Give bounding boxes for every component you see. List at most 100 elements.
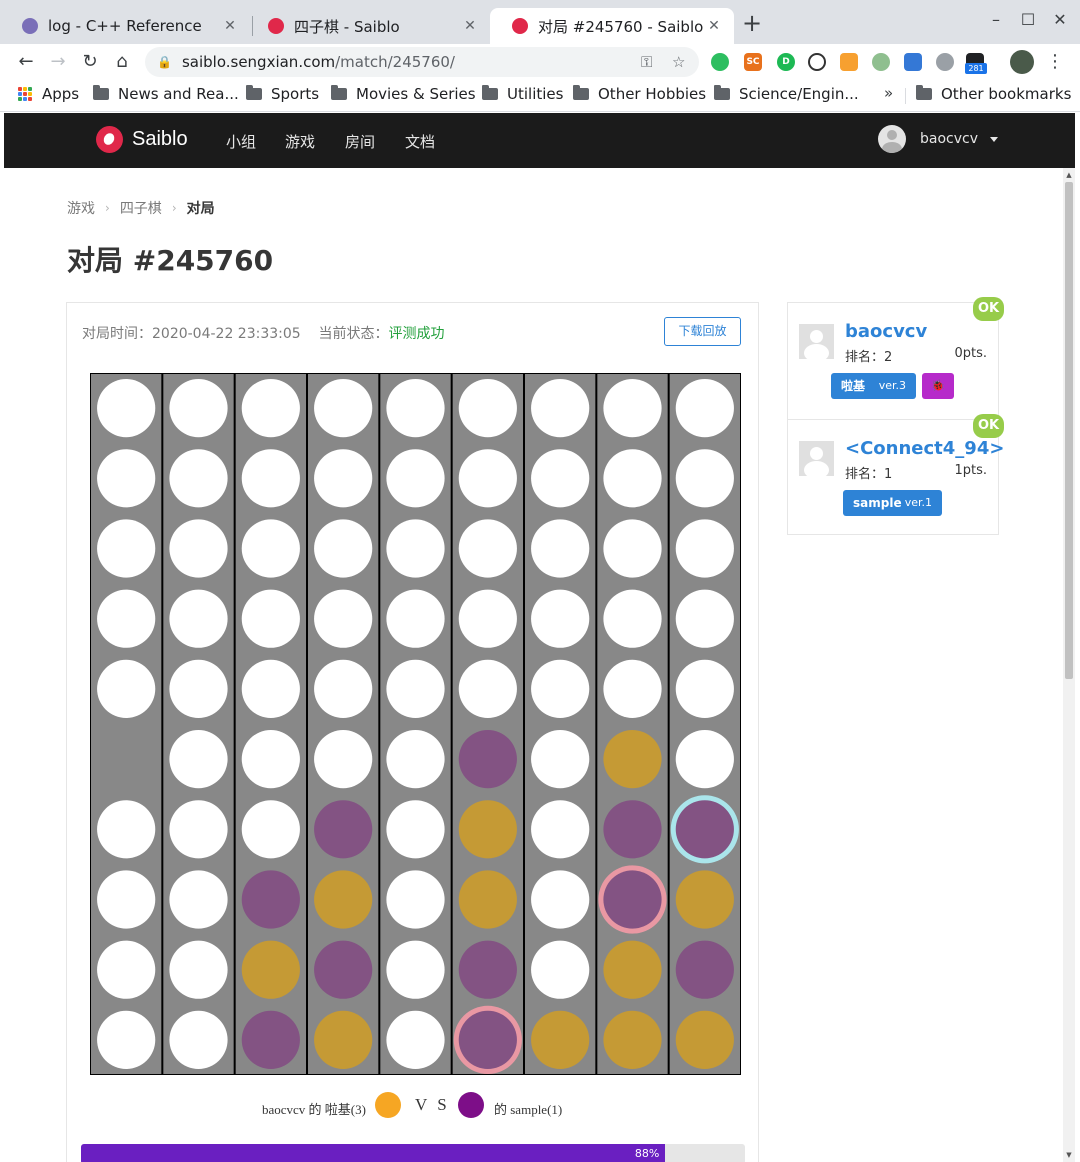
board-cell-empty <box>169 1010 228 1069</box>
bookmark-folder-movies[interactable]: Movies & Series <box>331 85 476 103</box>
tab-saiblo-connect4[interactable]: 四子棋 - Saiblo ✕ <box>246 8 490 44</box>
close-window-button[interactable]: ✕ <box>1045 10 1075 29</box>
board-piece-gold <box>603 940 662 999</box>
player1-label: baocvcv 的 啦基(3) <box>262 1102 366 1117</box>
sc-extension-icon[interactable]: SC <box>744 53 762 71</box>
download-replay-button[interactable]: 下载回放 <box>664 317 741 346</box>
id-extension-icon[interactable]: D <box>777 53 795 71</box>
site-brand[interactable]: Saiblo <box>96 126 188 153</box>
board-cell-empty <box>458 519 517 578</box>
evernote-extension-icon[interactable] <box>711 53 729 71</box>
scroll-up-arrow-icon[interactable]: ▲ <box>1063 168 1075 182</box>
circle-extension-icon[interactable] <box>872 53 890 71</box>
match-meta: 对局时间：2020-04-22 23:33:05 当前状态：评测成功 <box>82 323 445 343</box>
board-cell-empty <box>241 589 300 648</box>
rss-extension-icon[interactable] <box>840 53 858 71</box>
ai-version-tag[interactable]: sample ver.1 <box>843 490 942 516</box>
nav-link-games[interactable]: 游戏 <box>285 131 315 152</box>
tab-close-icon[interactable]: ✕ <box>460 18 480 34</box>
bookmark-folder-science[interactable]: Science/Engin... <box>714 85 859 103</box>
bookmark-label: Other bookmarks <box>941 85 1072 103</box>
board-piece-purple <box>241 870 300 929</box>
player-avatar <box>799 324 834 359</box>
tab-saiblo-match[interactable]: 对局 #245760 - Saiblo ✕ <box>490 8 734 44</box>
nav-link-groups[interactable]: 小组 <box>226 131 256 152</box>
browser-menu-icon[interactable]: ⋮ <box>1046 50 1064 74</box>
player-rank: 排名：1 <box>845 463 892 482</box>
board-cell-empty <box>314 730 373 789</box>
bookmark-folder-news[interactable]: News and Rea... <box>93 85 239 103</box>
profile-avatar[interactable] <box>1010 50 1034 74</box>
board-cell-empty <box>603 379 662 438</box>
board-cell-empty <box>675 519 734 578</box>
board-cell-empty <box>386 659 445 718</box>
breadcrumb-connect4[interactable]: 四子棋 <box>120 198 162 218</box>
player-name[interactable]: baocvcv <box>845 321 927 342</box>
page-scrollbar[interactable]: ▲ ▼ <box>1063 168 1075 1162</box>
bug-icon[interactable]: 🐞 <box>922 373 954 399</box>
board-cell-empty <box>169 589 228 648</box>
saiblo-logo-icon <box>96 126 123 153</box>
rank-value: 1 <box>884 467 893 482</box>
board-cell-empty <box>675 730 734 789</box>
bookmarks-overflow-button[interactable]: » <box>884 84 893 102</box>
nav-link-rooms[interactable]: 房间 <box>345 131 375 152</box>
bookmark-apps[interactable]: Apps <box>18 85 79 103</box>
url-host: saiblo.sengxian.com <box>181 53 336 71</box>
user-menu[interactable]: baocvcv <box>878 125 998 153</box>
bookmark-folder-hobbies[interactable]: Other Hobbies <box>573 85 706 103</box>
match-status-label: 当前状态： <box>318 326 389 342</box>
reload-button[interactable]: ↻ <box>78 50 102 74</box>
match-time: 2020-04-22 23:33:05 <box>152 326 301 342</box>
board-cell-empty <box>531 800 590 859</box>
panda-extension-icon[interactable] <box>808 53 826 71</box>
new-tab-button[interactable]: + <box>740 11 764 36</box>
player-name[interactable]: <Connect4_94> <box>845 438 1004 459</box>
tab-close-icon[interactable]: ✕ <box>220 18 240 34</box>
breadcrumb: 游戏 › 四子棋 › 对局 <box>67 198 215 218</box>
board-piece-gold <box>603 1010 662 1069</box>
lock-icon: 🔒 <box>157 55 172 69</box>
board-cell-empty <box>314 659 373 718</box>
folder-icon <box>916 85 932 100</box>
board-cell-empty <box>531 730 590 789</box>
connect4-board <box>90 373 741 1075</box>
board-piece-gold <box>314 870 373 929</box>
bookmark-star-icon[interactable]: ☆ <box>672 53 685 71</box>
password-key-icon[interactable]: ⚿ <box>641 53 652 71</box>
board-piece-purple <box>675 800 734 859</box>
replay-progress[interactable]: 88% <box>81 1144 745 1162</box>
tab-title: 对局 #245760 - Saiblo <box>538 17 704 36</box>
home-button[interactable]: ⌂ <box>110 50 134 74</box>
board-cell-empty <box>241 519 300 578</box>
nav-link-docs[interactable]: 文档 <box>405 131 435 152</box>
bookmark-folder-utilities[interactable]: Utilities <box>482 85 563 103</box>
back-button[interactable]: ← <box>14 50 38 74</box>
page-title: 对局 #245760 <box>67 244 274 277</box>
ai-version-tag[interactable]: 啦基 ver.3 <box>831 373 916 399</box>
board-cell-empty <box>603 659 662 718</box>
bookmark-label: Apps <box>42 85 80 103</box>
breadcrumb-games[interactable]: 游戏 <box>67 198 95 218</box>
address-bar[interactable]: 🔒 saiblo.sengxian.com/match/245760/ ⚿ ☆ <box>145 47 699 77</box>
graduation-cap-extension-icon[interactable] <box>904 53 922 71</box>
bookmark-folder-other[interactable]: Other bookmarks <box>916 85 1071 103</box>
tab-close-icon[interactable]: ✕ <box>704 18 724 34</box>
chat-extension-icon[interactable] <box>936 53 954 71</box>
tab-cpp-reference[interactable]: log - C++ Reference ✕ <box>0 8 250 44</box>
bookmark-label: Science/Engin... <box>739 85 859 103</box>
board-cell-empty <box>169 659 228 718</box>
scroll-down-arrow-icon[interactable]: ▼ <box>1063 1148 1075 1162</box>
browser-tab-strip: log - C++ Reference ✕ 四子棋 - Saiblo ✕ 对局 … <box>0 0 1080 44</box>
breadcrumb-match: 对局 <box>186 201 215 217</box>
forward-button[interactable]: → <box>46 50 70 74</box>
board-cell-empty <box>169 870 228 929</box>
maximize-button[interactable]: ☐ <box>1013 10 1043 29</box>
board-cell-empty <box>314 449 373 508</box>
bookmark-folder-sports[interactable]: Sports <box>246 85 319 103</box>
board-cell-empty <box>97 589 156 648</box>
match-time-label: 对局时间： <box>82 326 152 342</box>
minimize-button[interactable]: – <box>981 10 1011 29</box>
board-cell-empty <box>169 940 228 999</box>
scrollbar-thumb[interactable] <box>1065 182 1073 679</box>
